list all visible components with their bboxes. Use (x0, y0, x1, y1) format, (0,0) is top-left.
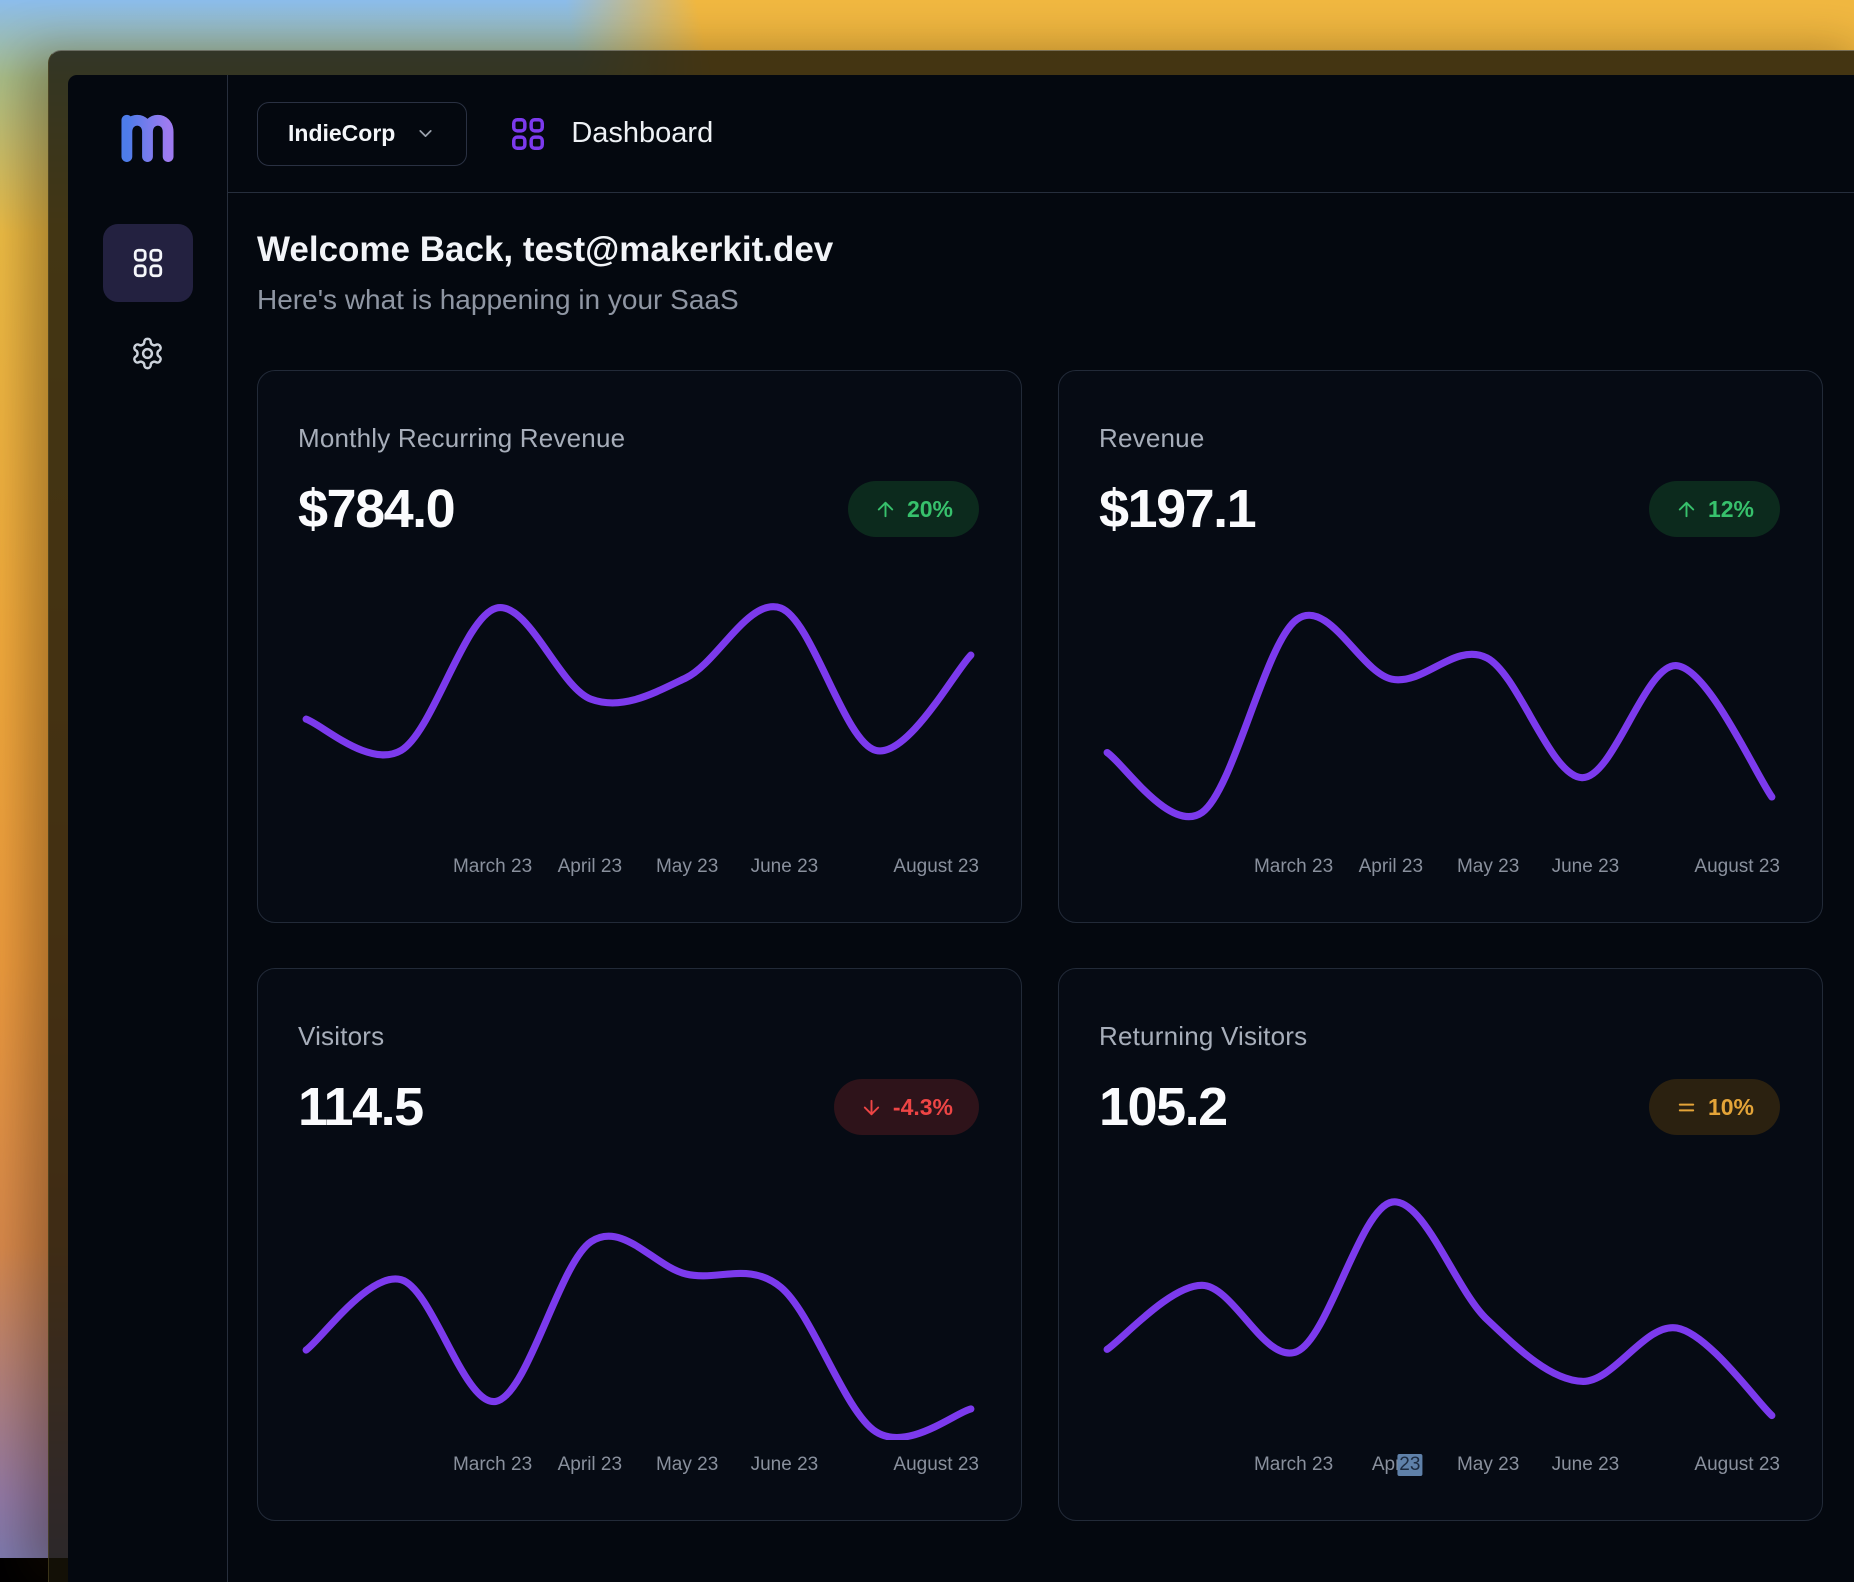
metric-value: $197.1 (1099, 478, 1255, 540)
page-title: Welcome Back, test@makerkit.dev (257, 228, 1848, 272)
trend-label: 10% (1708, 1094, 1754, 1121)
x-axis-label: August 23 (893, 1454, 979, 1476)
arrow-up-icon (1675, 498, 1698, 521)
x-axis: March 23 April 23 May 23 June 23 August 23 (1099, 1454, 1780, 1480)
line-chart-svg (1099, 600, 1780, 842)
x-axis-label: April 23 (558, 1454, 622, 1476)
card-title: Monthly Recurring Revenue (298, 423, 979, 454)
sidebar (68, 75, 228, 1582)
metric-value: $784.0 (298, 478, 454, 540)
x-axis-label: March 23 (1254, 1454, 1333, 1476)
x-axis-label: June 23 (751, 856, 819, 878)
x-axis-label: April 23 (558, 856, 622, 878)
arrow-down-icon (860, 1096, 883, 1119)
line-chart (1099, 1198, 1780, 1440)
line-chart (298, 1198, 979, 1440)
arrow-up-icon (874, 498, 897, 521)
x-axis-label: August 23 (1694, 1454, 1780, 1476)
x-axis-label: April 23 (1359, 856, 1423, 878)
metric-card: Monthly Recurring Revenue $784.0 20% Marc… (257, 370, 1022, 923)
metric-value: 105.2 (1099, 1076, 1227, 1138)
top-header: IndieCorp Dashboard (228, 75, 1854, 193)
trend-badge: 20% (848, 481, 979, 537)
app-logo[interactable] (120, 102, 175, 162)
main-content: Welcome Back, test@makerkit.dev Here's w… (228, 193, 1854, 1582)
x-axis-label: August 23 (1694, 856, 1780, 878)
trend-badge: -4.3% (834, 1079, 979, 1135)
x-axis-label: June 23 (1552, 1454, 1620, 1476)
metric-card: Returning Visitors 105.2 10% March 23 Apri… (1058, 968, 1823, 1521)
metric-value: 114.5 (298, 1076, 423, 1138)
team-selector-label: IndieCorp (288, 120, 395, 147)
line-chart (298, 600, 979, 842)
x-axis-label: June 23 (1552, 856, 1620, 878)
dashboard-app: IndieCorp Dashboard Welcome Back, test@m… (68, 75, 1854, 1582)
x-axis: March 23 April 23 May 23 June 23 August 23 (298, 1454, 979, 1480)
card-title: Returning Visitors (1099, 1021, 1780, 1052)
content-pane: IndieCorp Dashboard Welcome Back, test@m… (228, 75, 1854, 1582)
x-axis-label: May 23 (1457, 856, 1519, 878)
page-subtitle: Here's what is happening in your SaaS (257, 282, 1848, 318)
metrics-grid: Monthly Recurring Revenue $784.0 20% Marc… (257, 370, 1848, 1521)
x-axis-label: March 23 (453, 856, 532, 878)
card-title: Visitors (298, 1021, 979, 1052)
line-chart-svg (298, 1198, 979, 1440)
sidebar-item-dashboard[interactable] (103, 224, 193, 302)
grid-icon (131, 246, 165, 280)
trend-badge: 10% (1649, 1079, 1780, 1135)
sidebar-item-settings[interactable] (130, 336, 165, 374)
x-axis: March 23 April 23 May 23 June 23 August 23 (298, 856, 979, 882)
x-axis-label: June 23 (751, 1454, 819, 1476)
card-title: Revenue (1099, 423, 1780, 454)
nav-dashboard[interactable]: Dashboard (509, 115, 713, 153)
trend-label: 12% (1708, 496, 1754, 523)
metric-card: Visitors 114.5 -4.3% March 23 April 23 May … (257, 968, 1022, 1521)
line-chart-svg (1099, 1198, 1780, 1440)
team-selector-button[interactable]: IndieCorp (257, 102, 467, 166)
x-axis: March 23 April 23 May 23 June 23 August 23 (1099, 856, 1780, 882)
x-axis-label: April 23 (1372, 1454, 1410, 1476)
equal-icon (1675, 1096, 1698, 1119)
nav-dashboard-label: Dashboard (571, 117, 713, 150)
trend-label: 20% (907, 496, 953, 523)
x-axis-label: May 23 (656, 856, 718, 878)
line-chart-svg (298, 600, 979, 842)
metric-card: Revenue $197.1 12% March 23 April 23 May 23… (1058, 370, 1823, 923)
chevron-down-icon (415, 123, 436, 144)
trend-badge: 12% (1649, 481, 1780, 537)
trend-label: -4.3% (893, 1094, 953, 1121)
x-axis-label: May 23 (1457, 1454, 1519, 1476)
grid-icon (509, 115, 547, 153)
line-chart (1099, 600, 1780, 842)
logo-m-icon (120, 102, 175, 162)
x-axis-label: March 23 (453, 1454, 532, 1476)
x-axis-label: March 23 (1254, 856, 1333, 878)
gear-icon (130, 336, 165, 371)
app-window: IndieCorp Dashboard Welcome Back, test@m… (48, 50, 1854, 1582)
x-axis-label: May 23 (656, 1454, 718, 1476)
selected-text: 23 (1397, 1454, 1422, 1476)
x-axis-label: August 23 (893, 856, 979, 878)
